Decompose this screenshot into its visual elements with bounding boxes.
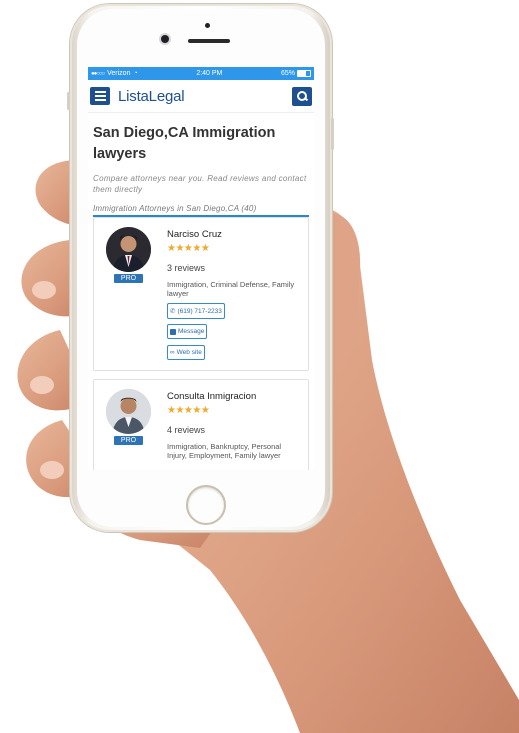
- page-subtitle: Compare attorneys near you. Read reviews…: [93, 174, 307, 194]
- signal-icon: ●●○○○: [91, 70, 105, 77]
- page-title: San Diego,CA Immigration lawyers: [93, 125, 276, 162]
- pro-badge: PRO: [113, 435, 144, 445]
- link-icon: ∞: [170, 348, 175, 356]
- earpiece-speaker: [188, 39, 230, 43]
- message-icon: [170, 328, 176, 335]
- lawyer-name[interactable]: Narciso Cruz: [167, 229, 308, 240]
- main-content: San Diego,CA Immigration lawyers Compare…: [88, 123, 314, 470]
- hamburger-menu-icon[interactable]: [90, 87, 110, 105]
- volume-button[interactable]: [67, 92, 70, 110]
- status-bar: ●●○○○ Verizon ◔ 2:40 PM 65%: [88, 67, 314, 80]
- call-button[interactable]: ✆ (619) 717-2233: [167, 303, 225, 319]
- battery-percent: 65%: [280, 70, 295, 77]
- battery-icon: [297, 70, 311, 77]
- status-time: 2:40 PM: [196, 70, 223, 77]
- review-count[interactable]: 4 reviews: [167, 425, 308, 435]
- star-rating: ★★★★★: [167, 404, 210, 416]
- practice-areas: Immigration, Criminal Defense, Family la…: [167, 280, 295, 298]
- front-camera: [161, 35, 169, 43]
- star-rating: ★★★★★: [167, 243, 210, 254]
- review-count[interactable]: 3 reviews: [167, 263, 308, 273]
- results-count: Immigration Attorneys in San Diego,CA (4…: [93, 204, 257, 213]
- message-button[interactable]: Message: [167, 324, 208, 339]
- practice-areas: Immigration, Bankruptcy, Personal Injury…: [167, 441, 282, 460]
- search-icon[interactable]: [292, 86, 312, 106]
- power-button[interactable]: [331, 118, 334, 150]
- phone-number: (619) 717-2233: [177, 307, 222, 315]
- top-navbar: ListaLegal: [88, 80, 314, 113]
- wifi-icon: ◔: [133, 70, 138, 77]
- carrier-label: Verizon: [107, 70, 131, 77]
- lawyer-name[interactable]: Consulta Inmigracion: [167, 391, 308, 402]
- phone-icon: ✆: [170, 308, 176, 315]
- phone-screen: ●●○○○ Verizon ◔ 2:40 PM 65% ListaLegal S…: [88, 67, 314, 470]
- message-label: Message: [178, 328, 205, 335]
- pro-badge: PRO: [113, 274, 144, 283]
- proximity-sensor: [205, 23, 210, 28]
- website-button[interactable]: ∞ Web site: [167, 344, 205, 360]
- brand-logo[interactable]: ListaLegal: [118, 88, 185, 105]
- lawyer-card[interactable]: PRO Consulta Inmigracion ★★★★★ 4 reviews…: [93, 378, 309, 470]
- avatar[interactable]: [106, 227, 151, 272]
- lawyer-card[interactable]: PRO Narciso Cruz ★★★★★ 3 reviews Immigra…: [93, 217, 309, 371]
- home-button[interactable]: [186, 485, 226, 525]
- website-label: Web site: [176, 348, 202, 356]
- avatar[interactable]: [106, 388, 151, 434]
